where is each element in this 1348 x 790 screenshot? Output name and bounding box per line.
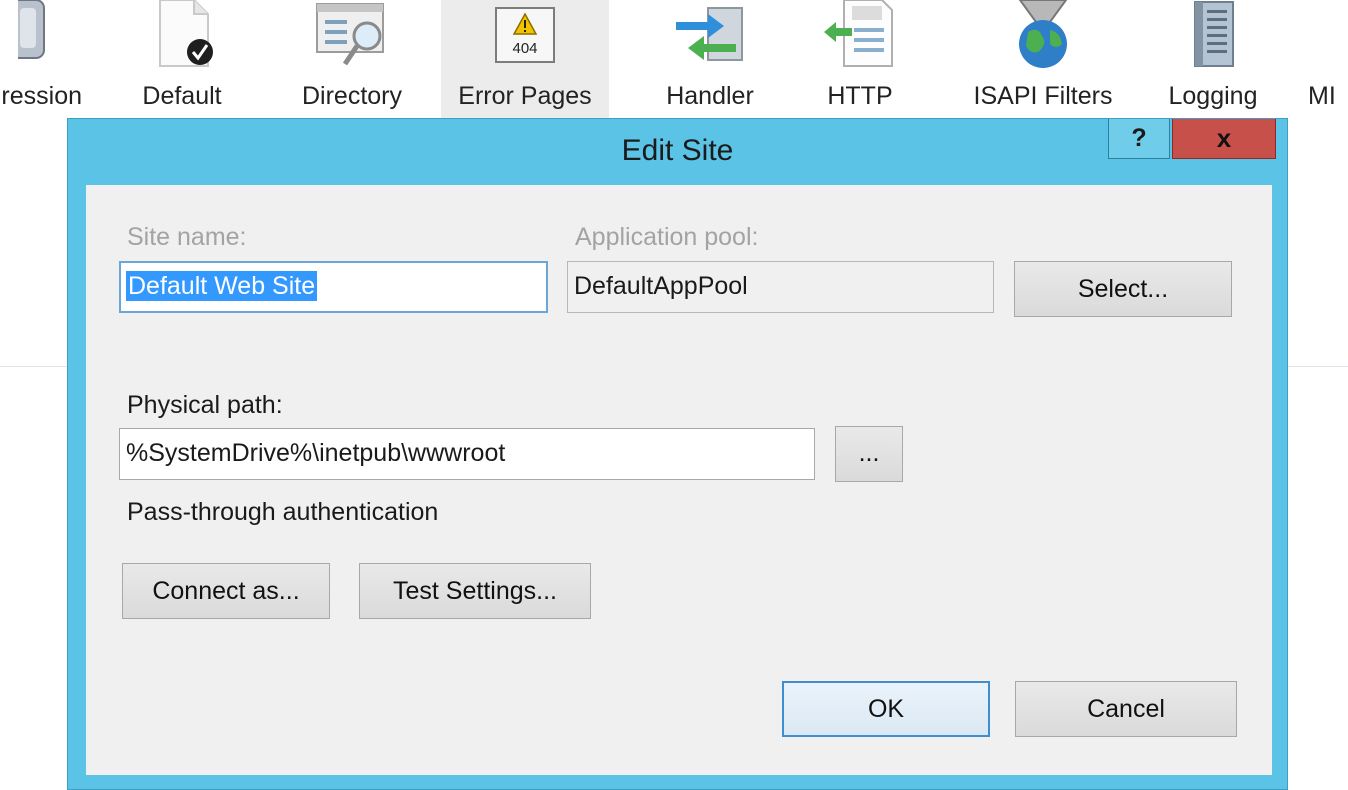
browse-button[interactable]: ... xyxy=(835,426,903,482)
cancel-button[interactable]: Cancel xyxy=(1015,681,1237,737)
default-document-icon xyxy=(146,0,218,75)
feature-isapi-filters[interactable]: ISAPI Filters xyxy=(963,0,1123,120)
help-icon: ? xyxy=(1131,124,1147,152)
http-headers-icon xyxy=(822,0,898,75)
feature-http-response-headers[interactable]: HTTP xyxy=(800,0,920,120)
feature-logging[interactable]: Logging xyxy=(1153,0,1273,120)
pass-through-authentication-label: Pass-through authentication xyxy=(127,498,439,526)
logging-icon xyxy=(1183,0,1243,75)
isapi-filters-icon xyxy=(1008,0,1078,75)
feature-label: HTTP xyxy=(827,82,893,110)
feature-label: ression xyxy=(1,82,82,110)
ok-button[interactable]: OK xyxy=(782,681,990,737)
feature-handler-mappings[interactable]: Handler xyxy=(630,0,790,120)
feature-label: MI xyxy=(1308,82,1336,110)
feature-label: Error Pages xyxy=(458,82,592,110)
site-name-label: Site name: xyxy=(127,223,247,251)
edit-site-dialog: Edit Site ? x Site name: Default Web Sit… xyxy=(67,118,1288,790)
help-button[interactable]: ? xyxy=(1108,119,1170,159)
dialog-title: Edit Site xyxy=(621,134,734,167)
feature-label: Default xyxy=(142,82,222,110)
close-icon: x xyxy=(1216,123,1232,153)
physical-path-label: Physical path: xyxy=(127,391,283,419)
feature-default-document[interactable]: Default xyxy=(122,0,242,120)
site-name-input[interactable]: Default Web Site xyxy=(119,261,548,313)
error-pages-icon-text: 404 xyxy=(512,40,537,57)
feature-label: Logging xyxy=(1168,82,1258,110)
feature-label: Directory xyxy=(301,82,402,110)
compression-icon xyxy=(7,0,48,69)
directory-browsing-icon xyxy=(309,0,395,75)
site-name-value: Default Web Site xyxy=(126,271,318,301)
feature-compression[interactable]: ression xyxy=(0,0,92,120)
select-button[interactable]: Select... xyxy=(1014,261,1232,317)
application-pool-field: DefaultAppPool xyxy=(567,261,994,313)
close-button[interactable]: x xyxy=(1172,119,1276,159)
error-pages-icon: 404 xyxy=(488,0,562,71)
physical-path-value: %SystemDrive%\inetpub\wwwroot xyxy=(126,439,506,467)
feature-label: ISAPI Filters xyxy=(973,82,1113,110)
feature-directory-browsing[interactable]: Directory xyxy=(282,0,422,120)
features-view: ression Default Directory 404 Error Page… xyxy=(0,0,1348,120)
feature-error-pages[interactable]: 404 Error Pages xyxy=(441,0,609,120)
application-pool-value: DefaultAppPool xyxy=(574,272,748,300)
dialog-client-area: Site name: Default Web Site Application … xyxy=(86,185,1272,775)
application-pool-label: Application pool: xyxy=(575,223,759,251)
handler-mappings-icon xyxy=(668,0,752,71)
dialog-title-bar[interactable]: Edit Site ? x xyxy=(68,119,1287,183)
connect-as-button[interactable]: Connect as... xyxy=(122,563,330,619)
physical-path-input[interactable]: %SystemDrive%\inetpub\wwwroot xyxy=(119,428,815,480)
feature-mime-types[interactable]: MI xyxy=(1300,0,1348,120)
feature-label: Handler xyxy=(666,82,754,110)
test-settings-button[interactable]: Test Settings... xyxy=(359,563,591,619)
